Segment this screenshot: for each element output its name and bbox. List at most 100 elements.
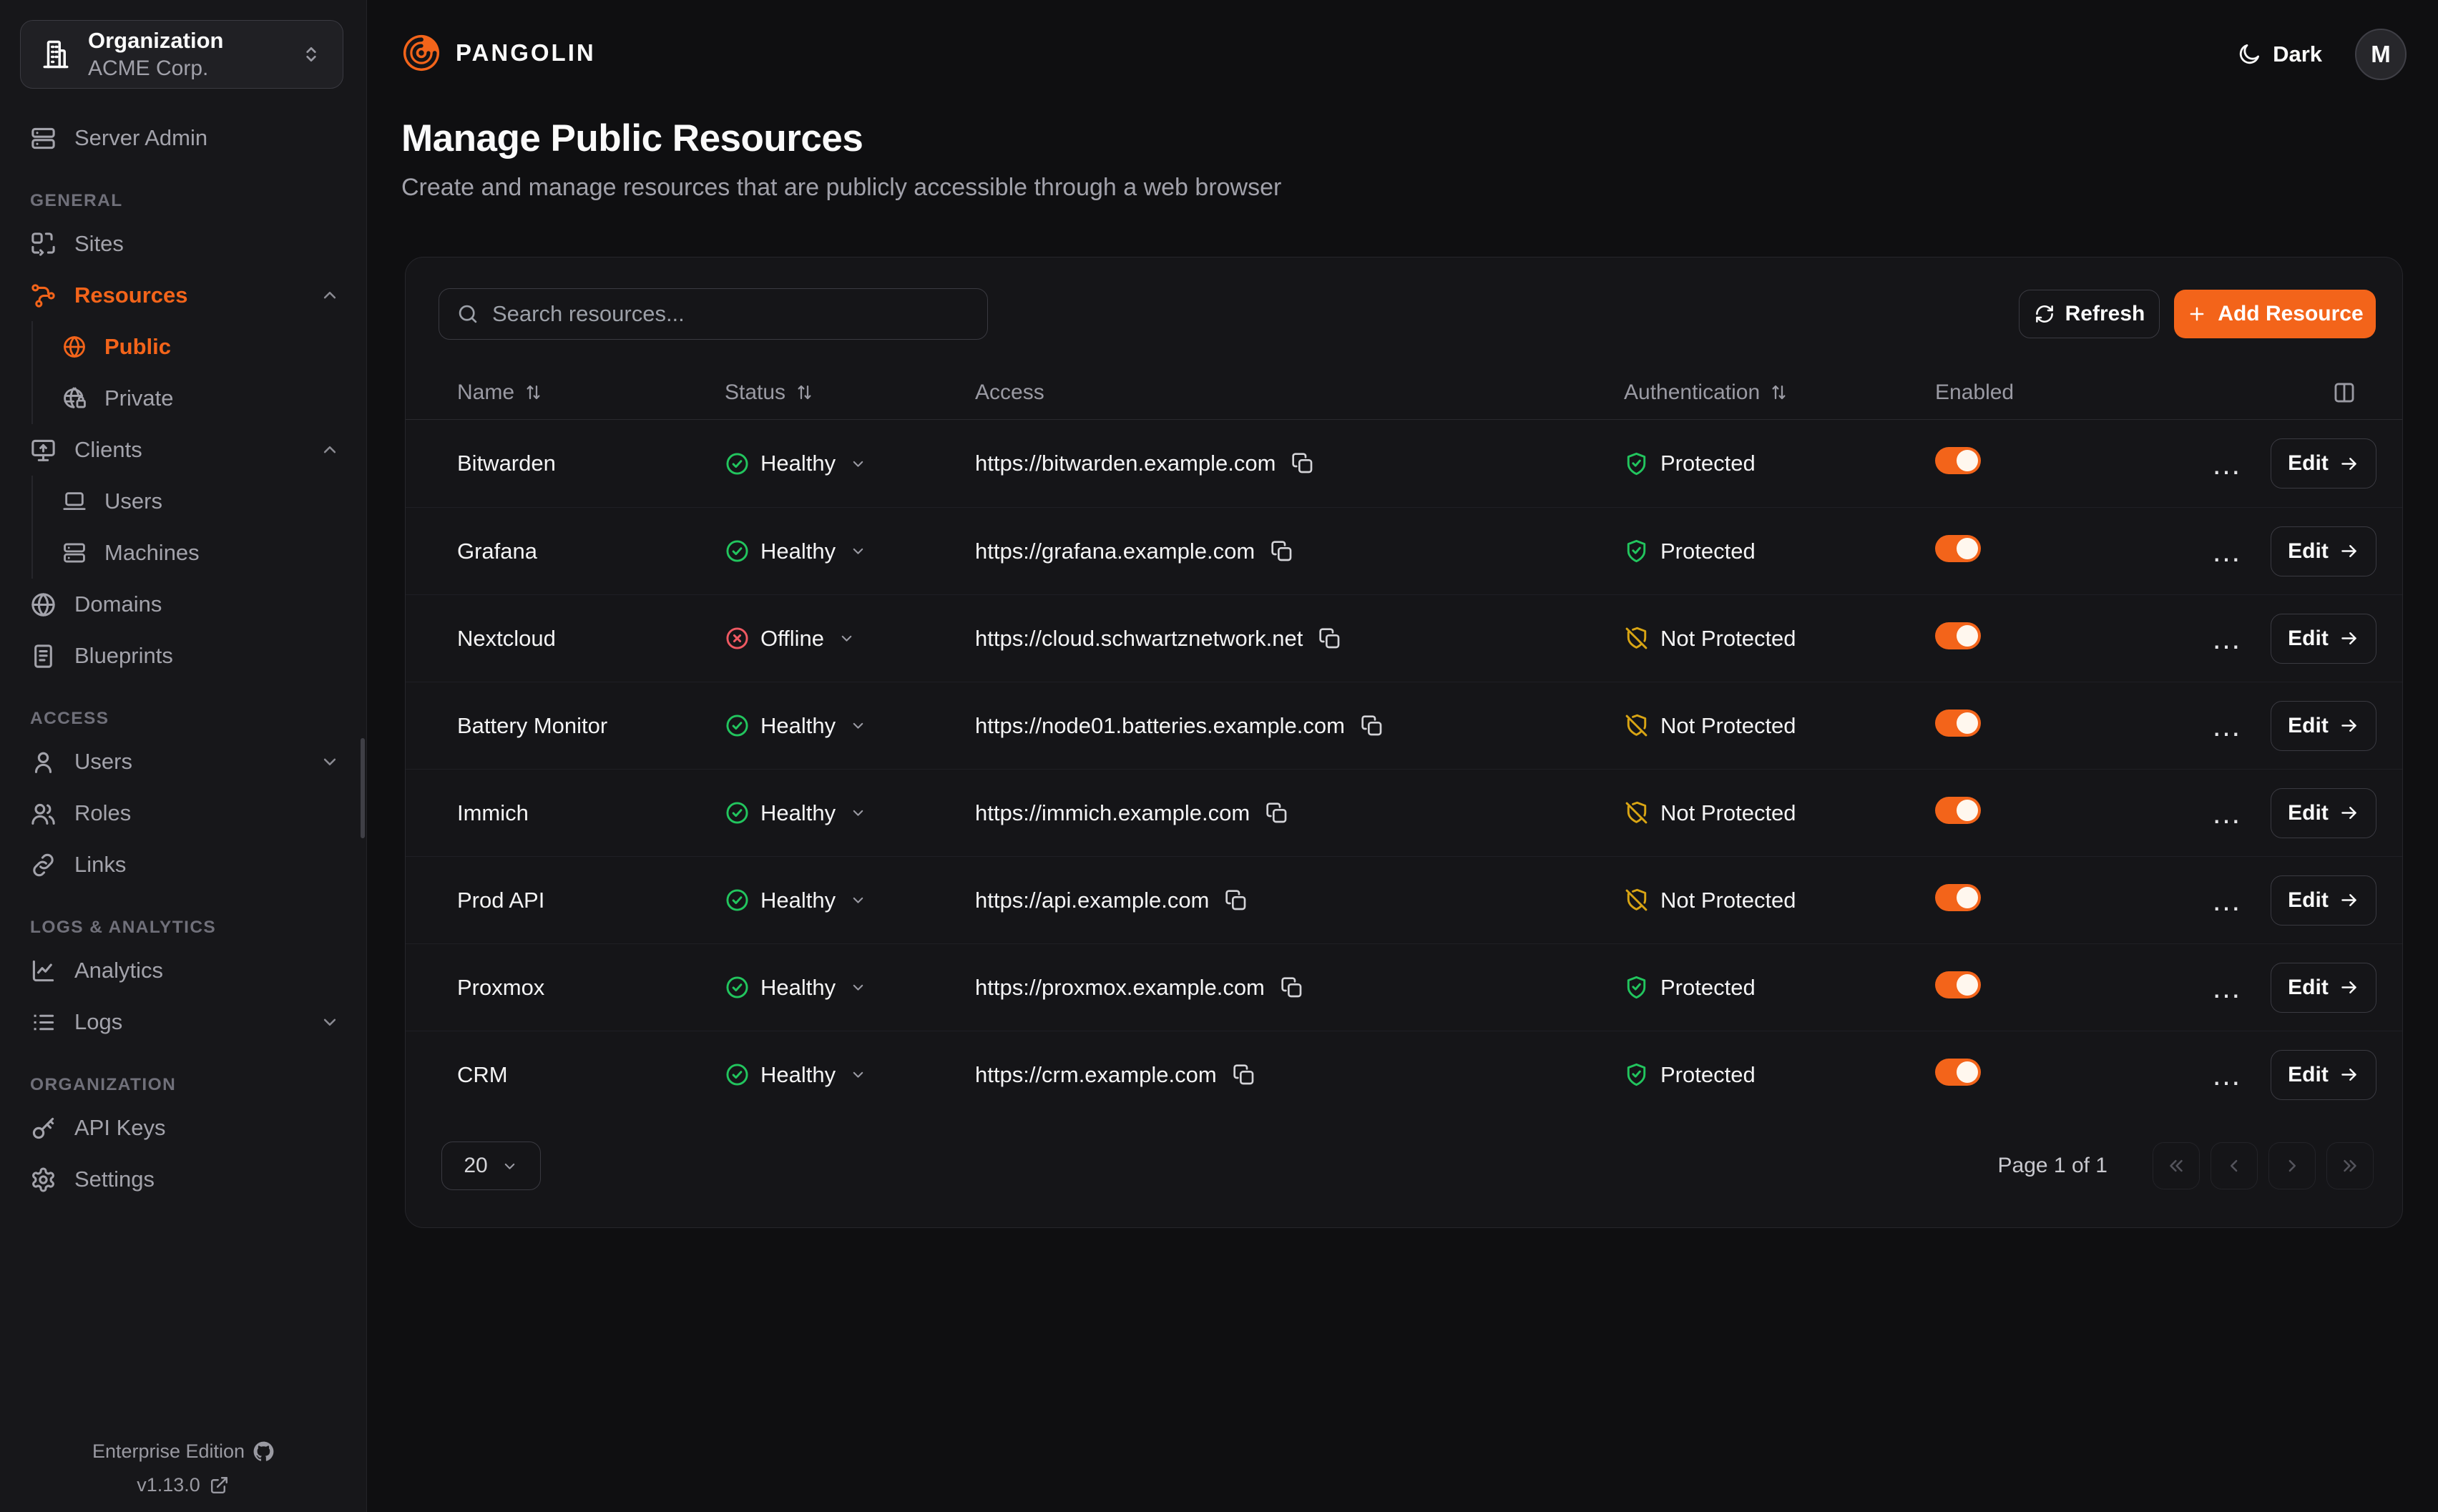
sidebar-item-users[interactable]: Users [0, 736, 366, 787]
columns-toggle-icon[interactable] [2332, 381, 2356, 405]
toggle-knob [1957, 887, 1978, 908]
sidebar-item-api-keys[interactable]: API Keys [0, 1102, 366, 1154]
org-selector[interactable]: Organization ACME Corp. [20, 20, 343, 89]
status-dropdown[interactable]: Healthy [725, 888, 975, 913]
status-dropdown[interactable]: Offline [725, 626, 975, 652]
sidebar-item-domains[interactable]: Domains [0, 579, 366, 630]
refresh-button[interactable]: Refresh [2019, 290, 2160, 338]
status-dropdown[interactable]: Healthy [725, 451, 975, 476]
row-menu-button[interactable]: … [2208, 893, 2245, 908]
prev-page-button[interactable] [2211, 1142, 2258, 1189]
waypoints-icon [30, 283, 57, 309]
copy-url-button[interactable] [1318, 627, 1341, 650]
chevron-down-icon [849, 455, 867, 473]
status-dropdown[interactable]: Healthy [725, 975, 975, 1001]
enabled-toggle[interactable] [1935, 1059, 1981, 1086]
edit-button[interactable]: Edit [2271, 875, 2376, 926]
arrow-right-icon [2339, 802, 2359, 823]
copy-url-button[interactable] [1291, 452, 1314, 475]
row-menu-button[interactable]: … [2208, 631, 2245, 646]
sidebar-subitem-public[interactable]: Public [33, 321, 366, 373]
row-menu-button[interactable]: … [2208, 718, 2245, 733]
enabled-toggle[interactable] [1935, 447, 1981, 474]
copy-url-button[interactable] [1233, 1064, 1255, 1086]
edit-button[interactable]: Edit [2271, 1050, 2376, 1100]
enabled-toggle[interactable] [1935, 710, 1981, 737]
sidebar-item-label: Server Admin [74, 125, 207, 151]
copy-url-button[interactable] [1225, 889, 1248, 912]
arrow-right-icon [2339, 715, 2359, 736]
copy-url-button[interactable] [1271, 540, 1293, 563]
row-menu-button[interactable]: … [2208, 1067, 2245, 1082]
page-size-select[interactable]: 20 [441, 1142, 541, 1190]
status-dropdown[interactable]: Healthy [725, 713, 975, 739]
shield-off-icon [1624, 800, 1649, 825]
edition-link[interactable]: Enterprise Edition [92, 1440, 274, 1463]
add-resource-label: Add Resource [2218, 302, 2363, 326]
add-resource-button[interactable]: Add Resource [2174, 290, 2376, 338]
enabled-toggle[interactable] [1935, 884, 1981, 911]
status-dropdown[interactable]: Healthy [725, 539, 975, 564]
sidebar-subitem-private[interactable]: Private [33, 373, 366, 424]
avatar[interactable]: M [2355, 29, 2407, 80]
chevron-down-icon [849, 891, 867, 909]
sidebar-footer: Enterprise Edition v1.13.0 [0, 1440, 366, 1496]
first-page-button[interactable] [2153, 1142, 2200, 1189]
status-dropdown[interactable]: Healthy [725, 800, 975, 826]
sidebar-subitem-users[interactable]: Users [33, 476, 366, 527]
edit-button[interactable]: Edit [2271, 526, 2376, 576]
sidebar-scrollbar[interactable] [361, 738, 365, 838]
row-menu-button[interactable]: … [2208, 805, 2245, 820]
chevron-down-icon [849, 978, 867, 996]
column-header-name[interactable]: Name [457, 381, 725, 405]
pangolin-logo-icon [401, 33, 441, 73]
last-page-button[interactable] [2326, 1142, 2374, 1189]
status-dropdown[interactable]: Healthy [725, 1062, 975, 1088]
sidebar-item-sites[interactable]: Sites [0, 218, 366, 270]
edit-label: Edit [2288, 627, 2329, 651]
edit-button[interactable]: Edit [2271, 963, 2376, 1013]
sidebar-subitem-machines[interactable]: Machines [33, 527, 366, 579]
edit-button[interactable]: Edit [2271, 614, 2376, 664]
copy-url-button[interactable] [1281, 976, 1303, 999]
enabled-toggle[interactable] [1935, 622, 1981, 649]
user-icon [30, 749, 57, 775]
edit-button[interactable]: Edit [2271, 701, 2376, 751]
sidebar-subitem-label: Public [104, 334, 171, 360]
organization-icon [41, 39, 71, 69]
edit-button[interactable]: Edit [2271, 788, 2376, 838]
edit-button[interactable]: Edit [2271, 438, 2376, 489]
row-menu-button[interactable]: … [2208, 544, 2245, 559]
chevron-down-icon [849, 1066, 867, 1084]
sidebar-item-server-admin[interactable]: Server Admin [0, 112, 366, 164]
enabled-toggle[interactable] [1935, 971, 1981, 998]
sidebar-item-label: Sites [74, 231, 124, 257]
chevron-up-icon [319, 439, 341, 461]
column-header-status[interactable]: Status [725, 381, 975, 405]
sidebar-item-links[interactable]: Links [0, 839, 366, 890]
copy-url-button[interactable] [1361, 715, 1384, 737]
edit-label: Edit [2288, 976, 2329, 1000]
theme-toggle-button[interactable]: Dark [2237, 41, 2322, 67]
edit-label: Edit [2288, 1063, 2329, 1087]
sidebar-item-blueprints[interactable]: Blueprints [0, 630, 366, 682]
copy-url-button[interactable] [1265, 802, 1288, 825]
sidebar-item-settings[interactable]: Settings [0, 1154, 366, 1205]
sidebar-item-label: Links [74, 852, 126, 878]
status-label: Healthy [760, 888, 836, 913]
row-menu-button[interactable]: … [2208, 456, 2245, 471]
sidebar-item-clients[interactable]: Clients [0, 424, 366, 476]
sidebar-item-analytics[interactable]: Analytics [0, 945, 366, 996]
globe-icon [62, 335, 87, 359]
row-menu-button[interactable]: … [2208, 980, 2245, 995]
sidebar-item-roles[interactable]: Roles [0, 787, 366, 839]
globe-lock-icon [62, 386, 87, 411]
search-input[interactable] [492, 301, 970, 327]
sidebar-item-logs[interactable]: Logs [0, 996, 366, 1048]
next-page-button[interactable] [2268, 1142, 2316, 1189]
sidebar-item-resources[interactable]: Resources [0, 270, 366, 321]
enabled-toggle[interactable] [1935, 797, 1981, 824]
version-link[interactable]: v1.13.0 [137, 1474, 230, 1496]
column-header-authentication[interactable]: Authentication [1624, 381, 1935, 405]
enabled-toggle[interactable] [1935, 535, 1981, 562]
